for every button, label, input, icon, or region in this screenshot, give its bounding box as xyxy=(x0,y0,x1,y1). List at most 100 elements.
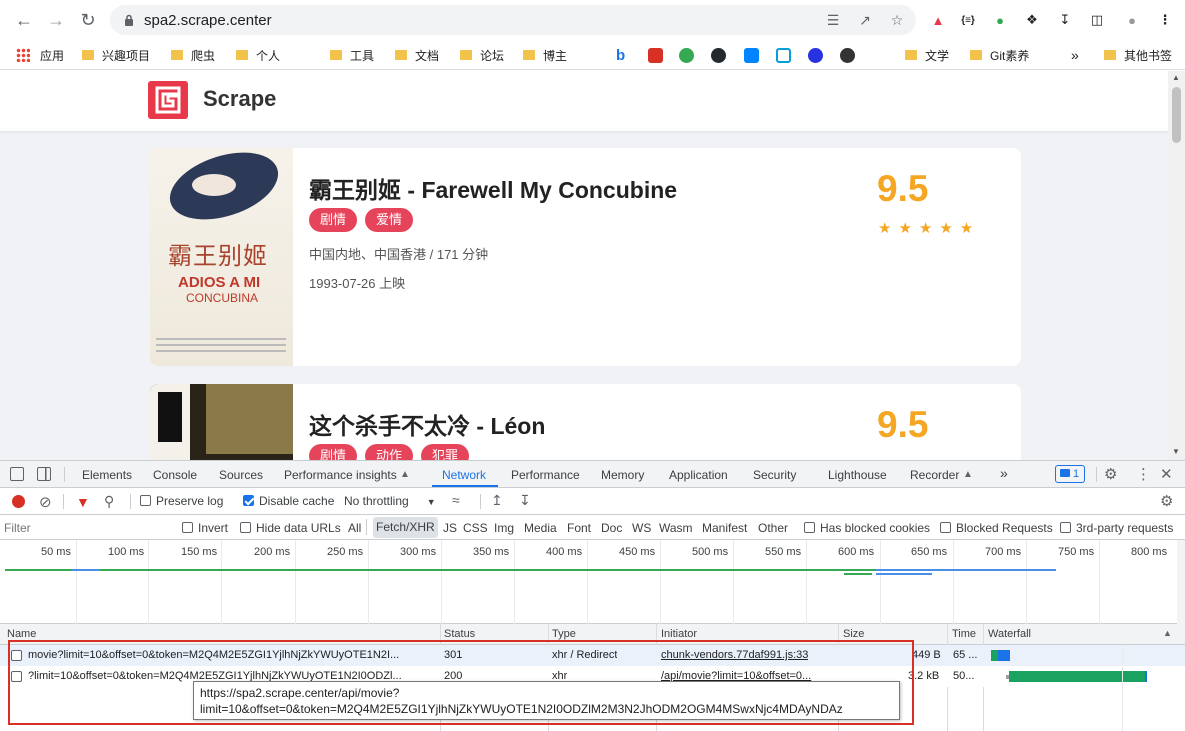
tab-security[interactable]: Security xyxy=(753,468,796,482)
type-filter-wasm[interactable]: Wasm xyxy=(659,521,693,535)
record-icon[interactable] xyxy=(12,495,25,508)
tab-sources[interactable]: Sources xyxy=(219,468,263,482)
close-icon[interactable]: ✕ xyxy=(1160,465,1173,483)
page-scrollbar[interactable]: ▲ ▼ xyxy=(1168,71,1185,460)
more-tabs-button[interactable]: » xyxy=(1000,465,1008,481)
github-icon[interactable] xyxy=(711,45,726,65)
overview-scrollbar[interactable] xyxy=(1177,540,1185,624)
reload-icon[interactable]: ↻ xyxy=(76,8,100,32)
checkbox[interactable] xyxy=(1060,522,1071,533)
genre-tag[interactable]: 犯罪 xyxy=(421,444,470,460)
issues-badge[interactable]: 1 xyxy=(1055,465,1085,483)
bilibili-icon[interactable] xyxy=(776,45,791,65)
genre-tag[interactable]: 剧情 xyxy=(309,208,358,232)
column-header-time[interactable]: Time xyxy=(952,628,976,640)
genre-tag[interactable]: 动作 xyxy=(365,444,414,460)
baidu-icon[interactable] xyxy=(808,45,823,65)
extension-a-icon[interactable]: ▲ xyxy=(928,10,948,30)
bookmark-folder[interactable]: 文学 xyxy=(905,45,949,65)
bookmark-folder[interactable]: Git素养 xyxy=(970,45,1029,65)
bookmark-folder[interactable]: 个人 xyxy=(236,45,280,65)
chrome-menu-icon[interactable]: ⋮ xyxy=(1155,10,1175,30)
address-bar[interactable]: spa2.scrape.center ☰ ↗ ☆ xyxy=(110,5,916,35)
zhihu-icon[interactable] xyxy=(744,45,759,65)
scroll-up-icon[interactable]: ▲ xyxy=(1172,73,1180,82)
type-filter-other[interactable]: Other xyxy=(758,521,788,535)
bing-icon[interactable]: b xyxy=(616,45,625,65)
column-header-name[interactable]: Name xyxy=(7,628,36,640)
tab-application[interactable]: Application xyxy=(669,468,728,482)
json-extension-icon[interactable]: {≡} xyxy=(958,10,978,30)
movie-card[interactable]: 霸王别姬 ADIOS A MI CONCUBINA 霸王别姬 - Farewel… xyxy=(150,148,1021,366)
genre-tag[interactable]: 剧情 xyxy=(309,444,358,460)
device-toolbar-icon[interactable] xyxy=(37,467,51,481)
genre-tag[interactable]: 爱情 xyxy=(365,208,414,232)
sort-ascending-icon[interactable]: ▲ xyxy=(1163,628,1172,638)
movie-card[interactable]: 这个杀手不太冷 - Léon 剧情 动作 犯罪 9.5 xyxy=(150,384,1021,460)
movie-title[interactable]: 这个杀手不太冷 - Léon xyxy=(309,407,545,441)
throttling-select[interactable]: No throttling ▼ xyxy=(344,494,436,508)
site-brand[interactable]: Scrape xyxy=(203,86,276,112)
profile-avatar[interactable]: ● xyxy=(1122,10,1142,30)
vivaldi-icon[interactable] xyxy=(840,45,855,65)
network-settings-gear-icon[interactable]: ⚙ xyxy=(1160,492,1173,510)
tab-performance-insights[interactable]: Performance insights xyxy=(284,468,397,482)
site-icon[interactable] xyxy=(648,45,663,65)
type-filter-all[interactable]: All xyxy=(348,521,361,535)
tab-elements[interactable]: Elements xyxy=(82,468,132,482)
checkbox[interactable] xyxy=(804,522,815,533)
column-header-waterfall[interactable]: Waterfall xyxy=(988,628,1031,640)
bookmarks-overflow-button[interactable]: » xyxy=(1071,45,1079,65)
evernote-icon[interactable]: ● xyxy=(990,10,1010,30)
clear-icon[interactable]: ⊘ xyxy=(39,493,52,511)
column-header-initiator[interactable]: Initiator xyxy=(661,628,697,640)
bookmark-folder[interactable]: 论坛 xyxy=(460,45,504,65)
disable-cache-checkbox[interactable]: Disable cache xyxy=(243,494,334,508)
back-arrow-icon[interactable]: ← xyxy=(12,8,36,32)
network-conditions-icon[interactable]: ≈ xyxy=(452,492,460,508)
scroll-down-icon[interactable]: ▼ xyxy=(1172,447,1180,456)
blocked-requests-checkbox[interactable]: Blocked Requests xyxy=(940,521,1053,535)
filter-input[interactable] xyxy=(4,518,169,537)
devtools-menu-icon[interactable]: ⋮ xyxy=(1136,465,1151,483)
type-filter-media[interactable]: Media xyxy=(524,521,557,535)
movie-poster[interactable]: 霸王别姬 ADIOS A MI CONCUBINA xyxy=(150,148,293,366)
settings-gear-icon[interactable]: ⚙ xyxy=(1104,465,1117,483)
type-filter-js[interactable]: JS xyxy=(443,521,457,535)
column-header-size[interactable]: Size xyxy=(843,628,864,640)
type-filter-css[interactable]: CSS xyxy=(463,521,488,535)
tab-console[interactable]: Console xyxy=(153,468,197,482)
type-filter-fetch-xhr[interactable]: Fetch/XHR xyxy=(373,517,438,538)
type-filter-ws[interactable]: WS xyxy=(632,521,651,535)
url-text[interactable]: spa2.scrape.center xyxy=(144,12,272,29)
bookmark-folder[interactable]: 工具 xyxy=(330,45,374,65)
bookmark-folder[interactable]: 爬虫 xyxy=(171,45,215,65)
scrape-logo[interactable] xyxy=(148,81,188,119)
sidebar-icon[interactable]: ◫ xyxy=(1087,10,1107,30)
extensions-puzzle-icon[interactable]: ❖ xyxy=(1022,10,1042,30)
has-blocked-cookies-checkbox[interactable]: Has blocked cookies xyxy=(804,521,930,535)
tab-recorder[interactable]: Recorder xyxy=(910,468,959,482)
forward-arrow-icon[interactable]: → xyxy=(44,8,68,32)
bookmark-folder[interactable]: 兴趣项目 xyxy=(82,45,150,65)
translate-icon[interactable]: ☰ xyxy=(824,11,842,29)
site-icon[interactable] xyxy=(679,45,694,65)
scrollbar-thumb[interactable] xyxy=(1172,87,1181,143)
import-har-icon[interactable]: ↥ xyxy=(491,492,503,509)
bookmark-star-icon[interactable]: ☆ xyxy=(888,11,906,29)
bookmark-folder[interactable]: 博主 xyxy=(523,45,567,65)
checkbox-checked[interactable] xyxy=(243,495,254,506)
checkbox[interactable] xyxy=(940,522,951,533)
network-overview-timeline[interactable]: 50 ms 100 ms 150 ms 200 ms 250 ms 300 ms… xyxy=(0,540,1185,624)
download-icon[interactable]: ↧ xyxy=(1055,10,1075,30)
movie-title[interactable]: 霸王别姬 - Farewell My Concubine xyxy=(309,171,677,205)
tab-lighthouse[interactable]: Lighthouse xyxy=(828,468,887,482)
preserve-log-checkbox[interactable]: Preserve log xyxy=(140,494,223,508)
other-bookmarks-folder[interactable]: 其他书签 xyxy=(1104,45,1172,65)
search-icon[interactable]: ⚲ xyxy=(104,493,114,510)
type-filter-img[interactable]: Img xyxy=(494,521,514,535)
tab-memory[interactable]: Memory xyxy=(601,468,644,482)
filter-funnel-icon[interactable]: ▼ xyxy=(76,494,90,510)
bookmark-folder[interactable]: 文档 xyxy=(395,45,439,65)
bookmark-apps[interactable]: 应用 xyxy=(16,45,64,65)
